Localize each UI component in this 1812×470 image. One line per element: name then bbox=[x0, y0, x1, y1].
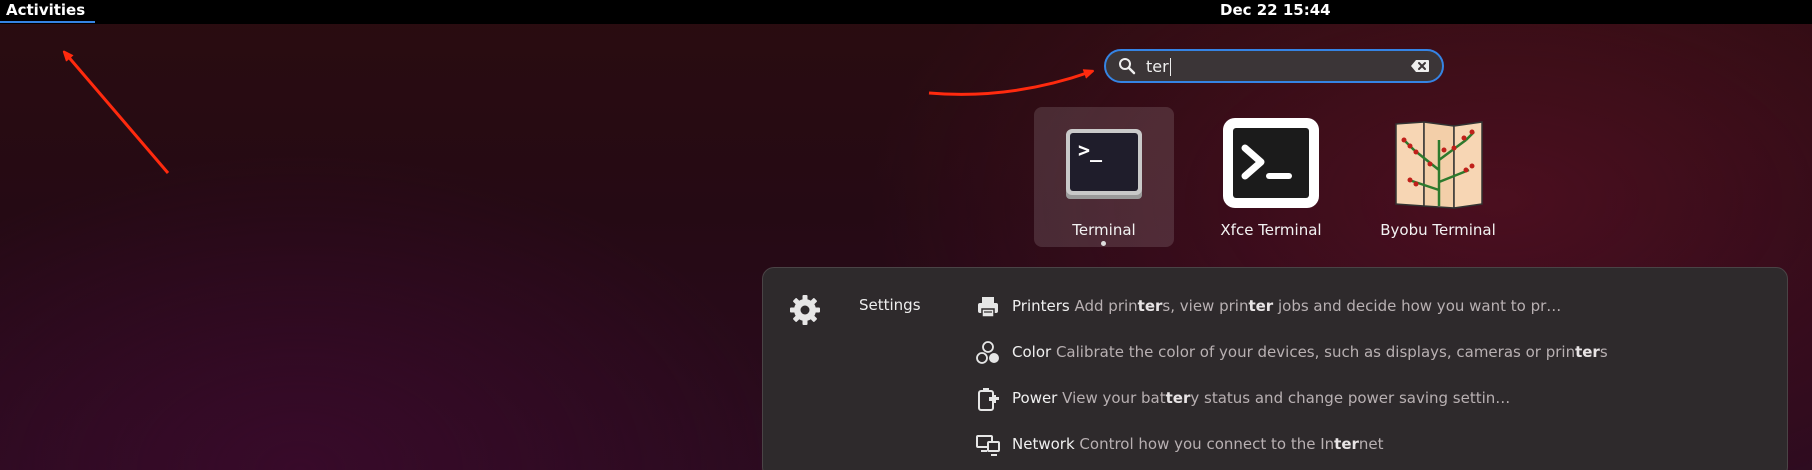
search-box[interactable] bbox=[1104, 49, 1444, 83]
running-indicator bbox=[1101, 241, 1106, 246]
activities-label: Activities bbox=[6, 1, 86, 19]
byobu-terminal-icon bbox=[1395, 121, 1483, 209]
result-title: Power bbox=[1012, 389, 1058, 407]
result-description: Calibrate the color of your devices, suc… bbox=[1055, 343, 1608, 361]
result-description: View your battery status and change powe… bbox=[1062, 389, 1511, 407]
top-bar: Activities Dec 22 15:44 bbox=[0, 0, 1812, 24]
gear-icon bbox=[790, 295, 820, 325]
app-result-byobu-terminal[interactable]: Byobu Terminal bbox=[1368, 107, 1508, 247]
settings-provider-label: Settings bbox=[859, 296, 921, 314]
arrow-to-search bbox=[928, 72, 1090, 96]
search-input[interactable] bbox=[1146, 56, 1386, 76]
arrow-to-activities bbox=[66, 54, 170, 174]
network-icon bbox=[976, 435, 1000, 456]
activities-button[interactable]: Activities bbox=[0, 0, 97, 24]
svg-text:>_: >_ bbox=[1078, 138, 1103, 162]
text-caret bbox=[1170, 58, 1171, 76]
result-description: Control how you connect to the Internet bbox=[1079, 435, 1384, 453]
printer-icon bbox=[978, 297, 998, 318]
settings-results-panel: Settings Printers Add printers, view pri… bbox=[762, 267, 1788, 470]
power-plug-icon bbox=[978, 388, 999, 411]
color-icon bbox=[976, 341, 999, 364]
app-result-terminal[interactable]: >_ Terminal bbox=[1034, 107, 1174, 247]
gnome-terminal-icon: >_ bbox=[1066, 129, 1142, 199]
clock[interactable]: Dec 22 15:44 bbox=[1220, 0, 1331, 21]
activities-underline bbox=[0, 21, 95, 23]
app-label: Byobu Terminal bbox=[1380, 221, 1496, 239]
result-title: Color bbox=[1012, 343, 1052, 361]
app-result-xfce-terminal[interactable]: Xfce Terminal bbox=[1201, 107, 1341, 247]
result-title: Network bbox=[1012, 435, 1075, 453]
result-description: Add printers, view printer jobs and deci… bbox=[1074, 297, 1562, 315]
search-icon bbox=[1119, 58, 1136, 75]
xfce-terminal-icon bbox=[1223, 118, 1319, 208]
backspace-clear-icon[interactable] bbox=[1410, 59, 1430, 73]
app-label: Terminal bbox=[1072, 221, 1136, 239]
result-title: Printers bbox=[1012, 297, 1070, 315]
app-label: Xfce Terminal bbox=[1220, 221, 1322, 239]
